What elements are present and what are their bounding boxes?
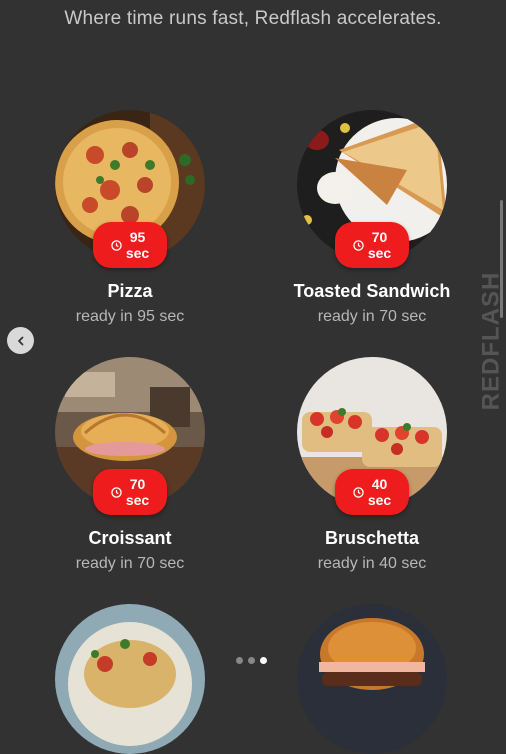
item-ready-text: ready in 95 sec — [75, 308, 185, 325]
prep-time-value: 40 — [371, 476, 388, 492]
prep-time-unit: sec — [367, 245, 392, 261]
pagination-dot-active[interactable] — [260, 657, 267, 664]
item-name: Toasted Sandwich — [293, 281, 451, 301]
prep-time-badge: 95 sec — [93, 222, 167, 268]
clock-icon — [111, 486, 122, 498]
pagination-dot[interactable] — [248, 657, 255, 664]
burger-image[interactable] — [297, 604, 447, 754]
item-ready-text: ready in 40 sec — [317, 555, 427, 572]
prep-time-value: 70 — [129, 476, 146, 492]
clock-icon — [111, 239, 122, 251]
clock-icon — [353, 486, 364, 498]
carousel-pagination — [236, 657, 267, 664]
pagination-dot[interactable] — [236, 657, 243, 664]
tagline: Where time runs fast, Redflash accelerat… — [64, 8, 442, 29]
scrollbar[interactable] — [500, 200, 503, 318]
item-name: Pizza — [107, 281, 153, 301]
chevron-left-icon — [17, 336, 23, 345]
item-ready-text: ready in 70 sec — [75, 555, 185, 572]
carousel-prev-button[interactable] — [7, 327, 34, 354]
item-ready-text: ready in 70 sec — [317, 308, 427, 325]
prep-time-unit: sec — [367, 492, 392, 508]
prep-time-badge: 70 sec — [335, 222, 409, 268]
item-name: Bruschetta — [324, 528, 420, 548]
prep-time-unit: sec — [125, 492, 150, 508]
prep-time-value: 70 — [371, 229, 388, 245]
prep-time-badge: 40 sec — [335, 469, 409, 515]
prep-time-badge: 70 sec — [93, 469, 167, 515]
prep-time-value: 95 — [129, 229, 146, 245]
prep-time-unit: sec — [125, 245, 150, 261]
clock-icon — [353, 239, 364, 251]
pasta-image[interactable] — [55, 604, 205, 754]
item-name: Croissant — [88, 528, 172, 548]
